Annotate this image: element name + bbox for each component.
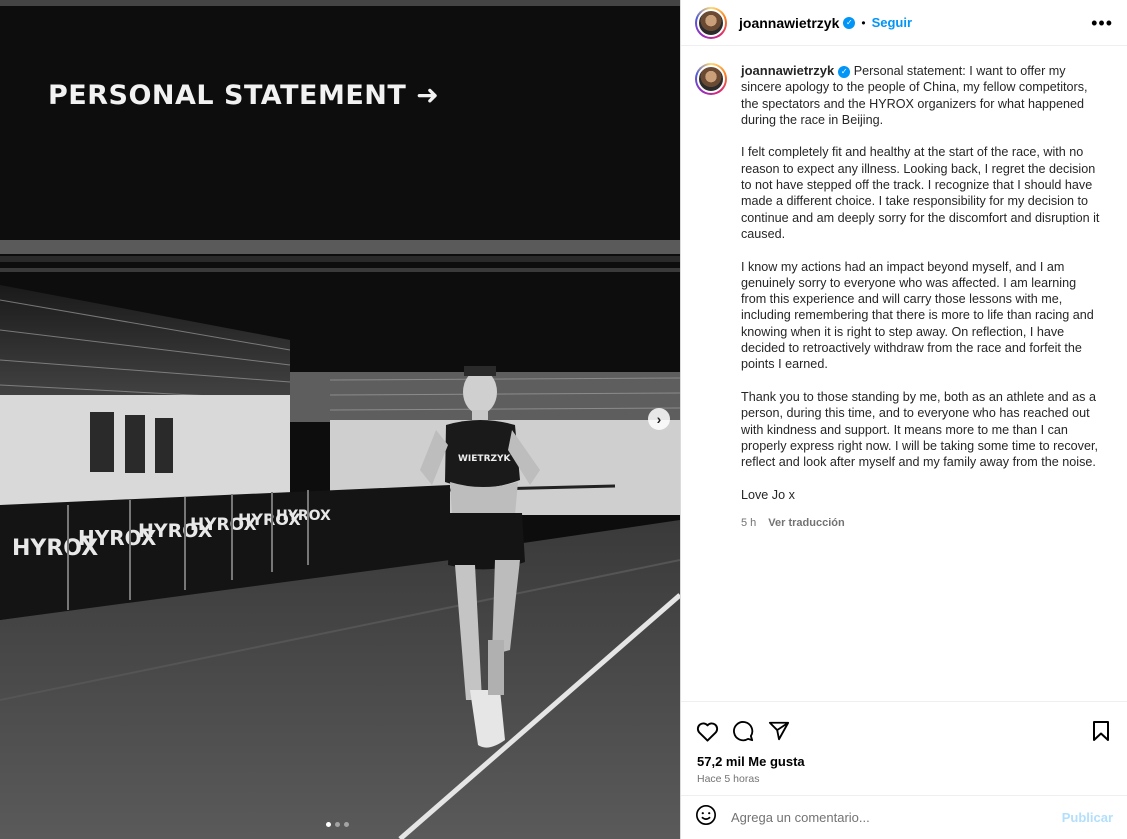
header-username[interactable]: joannawietrzyk — [739, 15, 839, 31]
carousel-dot-2 — [335, 822, 340, 827]
banner-hyrox-6: HYROX — [276, 508, 331, 524]
caption-time[interactable]: 5 h — [741, 515, 756, 531]
caption-username[interactable]: joannawietrzyk — [741, 63, 834, 78]
like-icon[interactable] — [695, 719, 719, 743]
caption-verified-badge-icon: ✓ — [838, 65, 851, 78]
caption-paragraph-4: Thank you to those standing by me, both … — [741, 389, 1098, 470]
post-header: joannawietrzyk ✓ • Seguir ••• — [681, 0, 1127, 46]
comment-bar: Publicar — [681, 795, 1127, 839]
overlay-title: PERSONAL STATEMENT ➜ — [48, 80, 440, 111]
carousel-dot-3 — [344, 822, 349, 827]
comment-icon[interactable] — [731, 719, 755, 743]
action-icon-row — [681, 702, 1127, 748]
caption-body: joannawietrzyk ✓ Personal statement: I wa… — [741, 63, 1103, 532]
caption-area: joannawietrzyk ✓ Personal statement: I wa… — [681, 47, 1127, 701]
caption-paragraph-5: Love Jo x — [741, 487, 795, 502]
next-slide-button[interactable]: › — [648, 408, 670, 430]
follow-button[interactable]: Seguir — [872, 15, 912, 30]
comment-input[interactable] — [731, 810, 1062, 825]
carousel-dot-1 — [326, 822, 331, 827]
caption-row: joannawietrzyk ✓ Personal statement: I wa… — [695, 63, 1111, 532]
chevron-right-icon: › — [656, 411, 662, 427]
caption-paragraph-3: I know my actions had an impact beyond m… — [741, 259, 1094, 372]
likes-count[interactable]: 57,2 mil Me gusta — [681, 748, 1127, 769]
publish-button[interactable]: Publicar — [1062, 810, 1113, 825]
post-photo: HYROX HYROX HYROX HYROX HYROX HYROX WIET… — [0, 0, 680, 839]
caption-avatar-image — [697, 65, 725, 93]
header-separator: • — [861, 15, 866, 30]
post-actions: 57,2 mil Me gusta Hace 5 horas Publicar — [681, 701, 1127, 839]
avatar-image — [697, 8, 725, 37]
runner-bib: WIETRZYK — [458, 454, 512, 464]
translate-link[interactable]: Ver traducción — [768, 515, 844, 531]
caption-meta: 5 h Ver traducción — [741, 515, 1103, 531]
emoji-icon[interactable] — [695, 804, 717, 831]
post-panel: joannawietrzyk ✓ • Seguir ••• joannawiet… — [680, 0, 1127, 839]
caption-paragraph-1: joannawietrzyk ✓ Personal statement: I wa… — [741, 63, 1103, 128]
share-icon[interactable] — [767, 719, 791, 743]
post-timestamp[interactable]: Hace 5 horas — [681, 769, 1127, 785]
post-media[interactable]: HYROX HYROX HYROX HYROX HYROX HYROX WIET… — [0, 0, 680, 839]
caption-avatar[interactable] — [695, 63, 727, 95]
caption-paragraph-2: I felt completely fit and healthy at the… — [741, 145, 1100, 241]
save-bookmark-icon[interactable] — [1089, 719, 1113, 743]
carousel-indicator — [326, 822, 349, 827]
avatar[interactable] — [695, 6, 727, 39]
more-options-icon[interactable]: ••• — [1091, 13, 1113, 34]
verified-badge-icon: ✓ — [843, 16, 856, 29]
